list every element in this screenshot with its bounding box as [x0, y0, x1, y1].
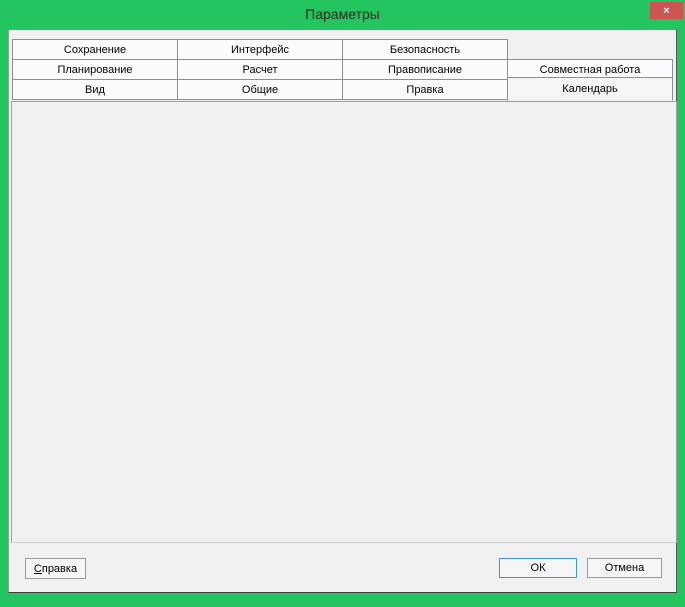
close-icon: × — [663, 5, 669, 17]
cancel-button[interactable]: Отмена — [587, 558, 662, 578]
close-button[interactable]: × — [650, 2, 683, 19]
tab-calendar[interactable]: Календарь — [507, 77, 673, 101]
tab-strip: Сохранение Интерфейс Безопасность Планир… — [12, 39, 676, 100]
help-button[interactable]: Справка — [25, 558, 86, 579]
options-window: Параметры × Сохранение Интерфейс Безопас… — [0, 0, 685, 607]
tab-planning[interactable]: Планирование — [12, 59, 178, 80]
tab-general[interactable]: Общие — [177, 79, 343, 100]
tab-view[interactable]: Вид — [12, 79, 178, 100]
tab-row-1: Сохранение Интерфейс Безопасность — [12, 39, 676, 60]
tab-spelling[interactable]: Правописание — [342, 59, 508, 80]
tab-interface[interactable]: Интерфейс — [177, 39, 343, 60]
titlebar: Параметры × — [0, 0, 685, 30]
tab-edit[interactable]: Правка — [342, 79, 508, 100]
tab-row-3: Вид Общие Правка Календарь — [12, 79, 676, 100]
tab-security[interactable]: Безопасность — [342, 39, 508, 60]
ok-button[interactable]: ОК — [499, 558, 577, 578]
tab-calculation[interactable]: Расчет — [177, 59, 343, 80]
tab-empty-slot — [507, 39, 673, 60]
calendar-tab-panel — [11, 101, 677, 543]
dialog-body: Сохранение Интерфейс Безопасность Планир… — [8, 30, 677, 593]
tab-save[interactable]: Сохранение — [12, 39, 178, 60]
window-title: Параметры — [0, 6, 685, 22]
